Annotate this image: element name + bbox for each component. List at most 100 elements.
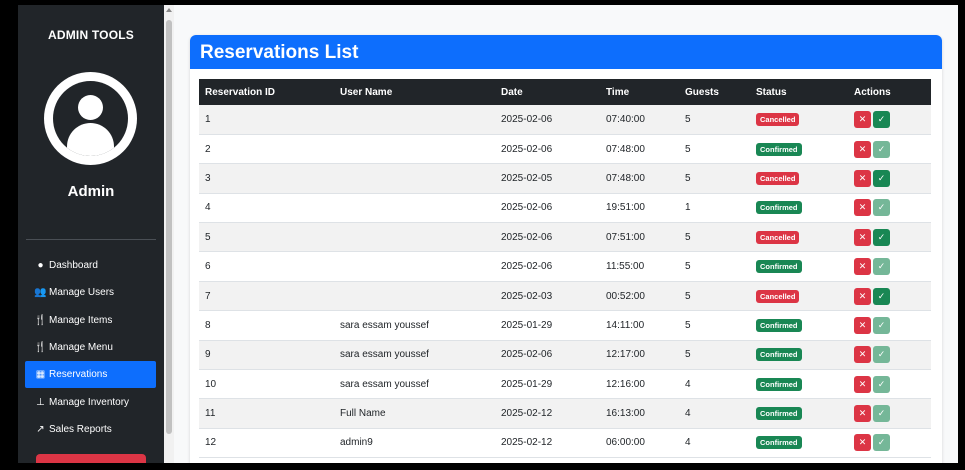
- calendar-icon: ▦: [35, 369, 46, 381]
- cancel-reservation-button[interactable]: ✕: [854, 140, 871, 158]
- cell-guests: 5: [679, 163, 750, 194]
- cell-date: 2025-02-06: [495, 222, 600, 253]
- sidebar: ADMIN TOOLS Admin ● Dashboard 👥 Manage User…: [18, 5, 164, 463]
- cell-actions: ✕ ✓: [848, 428, 931, 459]
- cancel-reservation-button[interactable]: ✕: [854, 375, 871, 393]
- confirm-reservation-button[interactable]: ✓: [873, 346, 890, 364]
- scroll-up-arrow-icon[interactable]: [166, 8, 172, 12]
- cell-time: 07:48:00: [600, 163, 679, 194]
- sidebar-item-manage-inventory[interactable]: ⊥ Manage Inventory: [25, 388, 156, 415]
- cell-user: admin9: [334, 428, 495, 459]
- cancel-reservation-button[interactable]: ✕: [854, 434, 871, 452]
- cell-status: Cancelled: [750, 281, 848, 312]
- main-content: Reservations List Reservation ID User Nam…: [174, 5, 958, 463]
- cell-guests: 5: [679, 251, 750, 282]
- cell-status: Confirmed: [750, 428, 848, 459]
- sidebar-divider: [26, 239, 156, 240]
- status-badge: Cancelled: [756, 230, 800, 244]
- cell-actions: ✕ ✓: [848, 134, 931, 165]
- sidebar-item-manage-users[interactable]: 👥 Manage Users: [25, 279, 156, 306]
- cancel-reservation-button[interactable]: ✕: [854, 346, 871, 364]
- confirm-reservation-button[interactable]: ✓: [873, 258, 890, 276]
- cell-guests: 5: [679, 222, 750, 253]
- sidebar-item-reservations[interactable]: ▦ Reservations: [25, 361, 156, 389]
- sidebar-item-label: Manage Menu: [49, 342, 113, 354]
- cell-time: 12:16:00: [600, 369, 679, 400]
- cell-time: 07:40:00: [600, 105, 679, 135]
- cancel-reservation-button[interactable]: ✕: [854, 258, 871, 276]
- utensils-icon: 🍴: [34, 342, 47, 354]
- cell-date: 2025-02-12: [495, 398, 600, 429]
- cell-status: Confirmed: [750, 251, 848, 282]
- cell-id: 6: [199, 251, 334, 282]
- cell-guests: 5: [679, 281, 750, 312]
- cancel-reservation-button[interactable]: ✕: [854, 199, 871, 217]
- cancel-reservation-button[interactable]: ✕: [854, 287, 871, 305]
- cell-guests: 5: [679, 310, 750, 341]
- cell-status: Confirmed: [750, 193, 848, 224]
- sidebar-item-sales-reports[interactable]: ↗ Sales Reports: [25, 416, 156, 443]
- column-header-actions: Actions: [848, 79, 931, 105]
- cancel-reservation-button[interactable]: ✕: [854, 316, 871, 334]
- status-badge: Confirmed: [756, 436, 802, 450]
- confirm-reservation-button[interactable]: ✓: [873, 434, 890, 452]
- cell-user: [334, 134, 495, 165]
- cell-user: sara essam youssef: [334, 340, 495, 371]
- sidebar-item-dashboard[interactable]: ● Dashboard: [25, 252, 156, 279]
- cancel-reservation-button[interactable]: ✕: [854, 228, 871, 246]
- scrollbar-thumb[interactable]: [166, 20, 172, 434]
- confirm-reservation-button[interactable]: ✓: [873, 375, 890, 393]
- column-header-guests: Guests: [679, 79, 750, 105]
- cell-time: 16:13:00: [600, 398, 679, 429]
- cancel-reservation-button[interactable]: ✕: [854, 169, 871, 187]
- scrollbar[interactable]: [164, 5, 174, 463]
- dashboard-icon: ●: [37, 260, 44, 272]
- sidebar-item-manage-items[interactable]: 🍴 Manage Items: [25, 307, 156, 334]
- logout-button[interactable]: [36, 454, 146, 463]
- table-row: 11 Full Name 2025-02-12 16:13:00 4 Confirmed ✕…: [199, 398, 931, 429]
- table-row: 3 2025-02-05 07:48:00 5 Cancelled ✕ ✓: [199, 163, 931, 194]
- sidebar-item-label: Manage Items: [49, 314, 113, 326]
- cell-id: 3: [199, 163, 334, 194]
- confirm-reservation-button[interactable]: ✓: [873, 405, 890, 423]
- table-row: 9 sara essam youssef 2025-02-06 12:17:00 5 Co…: [199, 340, 931, 371]
- cell-time: 14:11:00: [600, 310, 679, 341]
- cell-guests: 5: [679, 340, 750, 371]
- table-row: 8 sara essam youssef 2025-01-29 14:11:00 5 Co…: [199, 310, 931, 341]
- confirm-reservation-button[interactable]: ✓: [873, 140, 890, 158]
- cell-status: Confirmed: [750, 369, 848, 400]
- cell-guests: 4: [679, 428, 750, 459]
- table-row: 1 2025-02-06 07:40:00 5 Cancelled ✕ ✓: [199, 105, 931, 135]
- table-row: 10 sara essam youssef 2025-01-29 12:16:00 4 C…: [199, 369, 931, 400]
- confirm-reservation-button[interactable]: ✓: [873, 169, 890, 187]
- cell-actions: ✕ ✓: [848, 193, 931, 224]
- column-header-time: Time: [600, 79, 679, 105]
- cell-actions: ✕ ✓: [848, 398, 931, 429]
- confirm-reservation-button[interactable]: ✓: [873, 228, 890, 246]
- confirm-reservation-button[interactable]: ✓: [873, 316, 890, 334]
- cell-id: 2: [199, 134, 334, 165]
- cell-user: [334, 105, 495, 135]
- table-row: 5 2025-02-06 07:51:00 5 Cancelled ✕ ✓: [199, 222, 931, 253]
- cell-id: 9: [199, 340, 334, 371]
- confirm-reservation-button[interactable]: ✓: [873, 110, 890, 128]
- cancel-reservation-button[interactable]: ✕: [854, 405, 871, 423]
- table-row: 4 2025-02-06 19:51:00 1 Confirmed ✕ ✓: [199, 193, 931, 224]
- sidebar-item-label: Manage Inventory: [49, 396, 130, 408]
- status-badge: Confirmed: [756, 377, 802, 391]
- sidebar-item-label: Reservations: [49, 369, 108, 381]
- sidebar-item-manage-menu[interactable]: 🍴 Manage Menu: [25, 334, 156, 361]
- cell-date: 2025-02-06: [495, 340, 600, 371]
- cell-id: 12: [199, 428, 334, 459]
- status-badge: Cancelled: [756, 289, 800, 303]
- confirm-reservation-button[interactable]: ✓: [873, 287, 890, 305]
- cell-date: 2025-02-05: [495, 163, 600, 194]
- cell-guests: 1: [679, 193, 750, 224]
- status-badge: Cancelled: [756, 171, 800, 185]
- table-row: 2 2025-02-06 07:48:00 5 Confirmed ✕ ✓: [199, 134, 931, 165]
- cancel-reservation-button[interactable]: ✕: [854, 110, 871, 128]
- chart-icon: ↗: [36, 423, 45, 435]
- cell-actions: ✕ ✓: [848, 310, 931, 341]
- confirm-reservation-button[interactable]: ✓: [873, 199, 890, 217]
- cell-status: Cancelled: [750, 105, 848, 135]
